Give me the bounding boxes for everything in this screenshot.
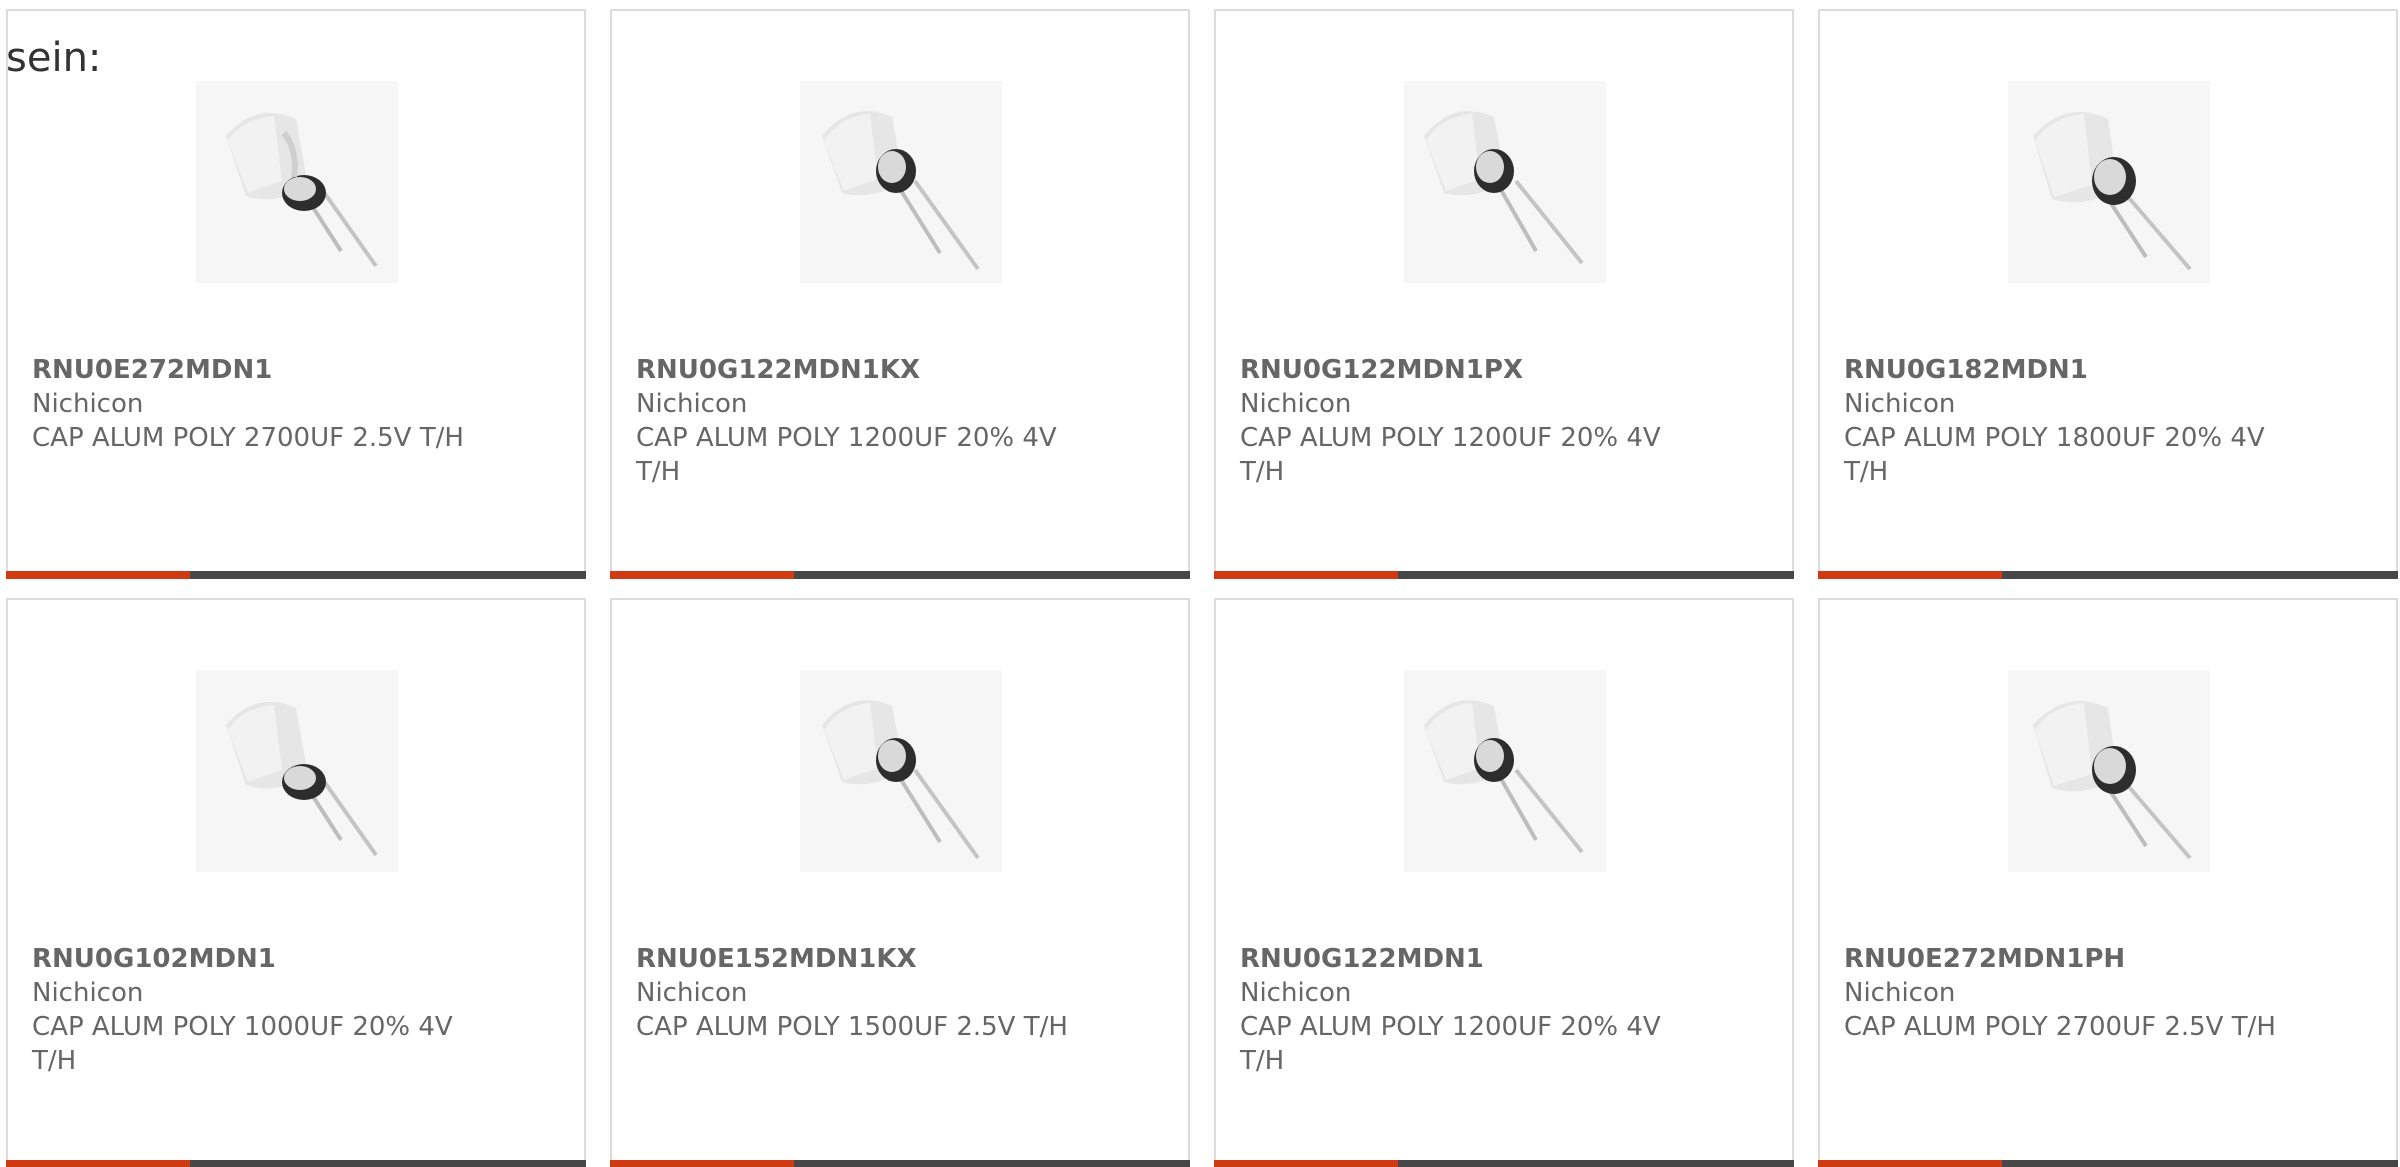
capacitor-icon — [1404, 81, 1606, 283]
bar-accent-segment — [610, 1160, 794, 1167]
part-number-link[interactable]: RNU0E152MDN1KX — [636, 942, 1096, 976]
card-bottom-bar — [610, 1160, 1190, 1167]
card-bottom-bar — [1818, 571, 2398, 579]
capacitor-image[interactable] — [800, 670, 1002, 872]
product-card[interactable]: RNU0G122MDN1 Nichicon CAP ALUM POLY 1200… — [1214, 598, 1794, 1167]
product-info: RNU0G102MDN1 Nichicon CAP ALUM POLY 1000… — [32, 942, 492, 1078]
description-label: CAP ALUM POLY 1200UF 20% 4V T/H — [1240, 423, 1661, 487]
bar-accent-segment — [6, 571, 190, 579]
capacitor-icon — [196, 81, 398, 283]
capacitor-icon — [2008, 81, 2210, 283]
capacitor-image[interactable] — [2008, 670, 2210, 872]
bar-dark-segment — [190, 571, 586, 579]
bar-accent-segment — [1214, 571, 1398, 579]
description-label: CAP ALUM POLY 2700UF 2.5V T/H — [32, 423, 464, 453]
manufacturer-label: Nichicon — [1844, 389, 1956, 419]
card-bottom-bar — [1214, 571, 1794, 579]
intro-text: sein: — [6, 35, 102, 81]
bar-dark-segment — [2002, 1160, 2398, 1167]
bar-accent-segment — [1214, 1160, 1398, 1167]
capacitor-image[interactable] — [2008, 81, 2210, 283]
product-info: RNU0E272MDN1PH Nichicon CAP ALUM POLY 27… — [1844, 942, 2304, 1044]
bar-dark-segment — [1398, 1160, 1794, 1167]
card-bottom-bar — [1214, 1160, 1794, 1167]
bar-dark-segment — [2002, 571, 2398, 579]
capacitor-image[interactable] — [196, 81, 398, 283]
product-card[interactable]: RNU0E152MDN1KX Nichicon CAP ALUM POLY 15… — [610, 598, 1190, 1167]
card-bottom-bar — [1818, 1160, 2398, 1167]
capacitor-image[interactable] — [196, 670, 398, 872]
capacitor-image[interactable] — [800, 81, 1002, 283]
manufacturer-label: Nichicon — [32, 389, 144, 419]
bar-dark-segment — [794, 1160, 1190, 1167]
product-card[interactable]: RNU0G122MDN1PX Nichicon CAP ALUM POLY 12… — [1214, 9, 1794, 579]
capacitor-icon — [2008, 670, 2210, 872]
bar-accent-segment — [1818, 1160, 2002, 1167]
product-info: RNU0E272MDN1 Nichicon CAP ALUM POLY 2700… — [32, 353, 492, 455]
part-number-link[interactable]: RNU0G182MDN1 — [1844, 353, 2304, 387]
product-card[interactable]: RNU0G122MDN1KX Nichicon CAP ALUM POLY 12… — [610, 9, 1190, 579]
bar-accent-segment — [1818, 571, 2002, 579]
bar-accent-segment — [6, 1160, 190, 1167]
bar-dark-segment — [190, 1160, 586, 1167]
manufacturer-label: Nichicon — [1240, 978, 1352, 1008]
manufacturer-label: Nichicon — [1240, 389, 1352, 419]
product-info: RNU0G122MDN1PX Nichicon CAP ALUM POLY 12… — [1240, 353, 1700, 489]
part-number-link[interactable]: RNU0E272MDN1PH — [1844, 942, 2304, 976]
product-card[interactable]: RNU0E272MDN1 Nichicon CAP ALUM POLY 2700… — [6, 9, 586, 579]
part-number-link[interactable]: RNU0G102MDN1 — [32, 942, 492, 976]
capacitor-image[interactable] — [1404, 670, 1606, 872]
capacitor-image[interactable] — [1404, 81, 1606, 283]
description-label: CAP ALUM POLY 2700UF 2.5V T/H — [1844, 1012, 2276, 1042]
product-card[interactable]: RNU0G182MDN1 Nichicon CAP ALUM POLY 1800… — [1818, 9, 2398, 579]
card-bottom-bar — [6, 1160, 586, 1167]
product-grid-page: sein: RNU0E272MDN1 Nichicon CAP ALUM POL… — [0, 0, 2400, 1167]
capacitor-icon — [196, 670, 398, 872]
product-grid: RNU0E272MDN1 Nichicon CAP ALUM POLY 2700… — [6, 9, 2398, 1167]
product-card[interactable]: RNU0E272MDN1PH Nichicon CAP ALUM POLY 27… — [1818, 598, 2398, 1167]
product-info: RNU0G122MDN1 Nichicon CAP ALUM POLY 1200… — [1240, 942, 1700, 1078]
description-label: CAP ALUM POLY 1200UF 20% 4V T/H — [1240, 1012, 1661, 1076]
product-info: RNU0G122MDN1KX Nichicon CAP ALUM POLY 12… — [636, 353, 1096, 489]
part-number-link[interactable]: RNU0E272MDN1 — [32, 353, 492, 387]
capacitor-icon — [1404, 670, 1606, 872]
product-info: RNU0G182MDN1 Nichicon CAP ALUM POLY 1800… — [1844, 353, 2304, 489]
description-label: CAP ALUM POLY 1200UF 20% 4V T/H — [636, 423, 1057, 487]
product-info: RNU0E152MDN1KX Nichicon CAP ALUM POLY 15… — [636, 942, 1096, 1044]
part-number-link[interactable]: RNU0G122MDN1PX — [1240, 353, 1700, 387]
bar-dark-segment — [794, 571, 1190, 579]
manufacturer-label: Nichicon — [1844, 978, 1956, 1008]
description-label: CAP ALUM POLY 1500UF 2.5V T/H — [636, 1012, 1068, 1042]
bar-accent-segment — [610, 571, 794, 579]
card-bottom-bar — [6, 571, 586, 579]
description-label: CAP ALUM POLY 1800UF 20% 4V T/H — [1844, 423, 2265, 487]
bar-dark-segment — [1398, 571, 1794, 579]
capacitor-icon — [800, 81, 1002, 283]
manufacturer-label: Nichicon — [636, 389, 748, 419]
card-bottom-bar — [610, 571, 1190, 579]
capacitor-icon — [800, 670, 1002, 872]
product-card[interactable]: RNU0G102MDN1 Nichicon CAP ALUM POLY 1000… — [6, 598, 586, 1167]
description-label: CAP ALUM POLY 1000UF 20% 4V T/H — [32, 1012, 453, 1076]
part-number-link[interactable]: RNU0G122MDN1 — [1240, 942, 1700, 976]
manufacturer-label: Nichicon — [32, 978, 144, 1008]
part-number-link[interactable]: RNU0G122MDN1KX — [636, 353, 1096, 387]
manufacturer-label: Nichicon — [636, 978, 748, 1008]
